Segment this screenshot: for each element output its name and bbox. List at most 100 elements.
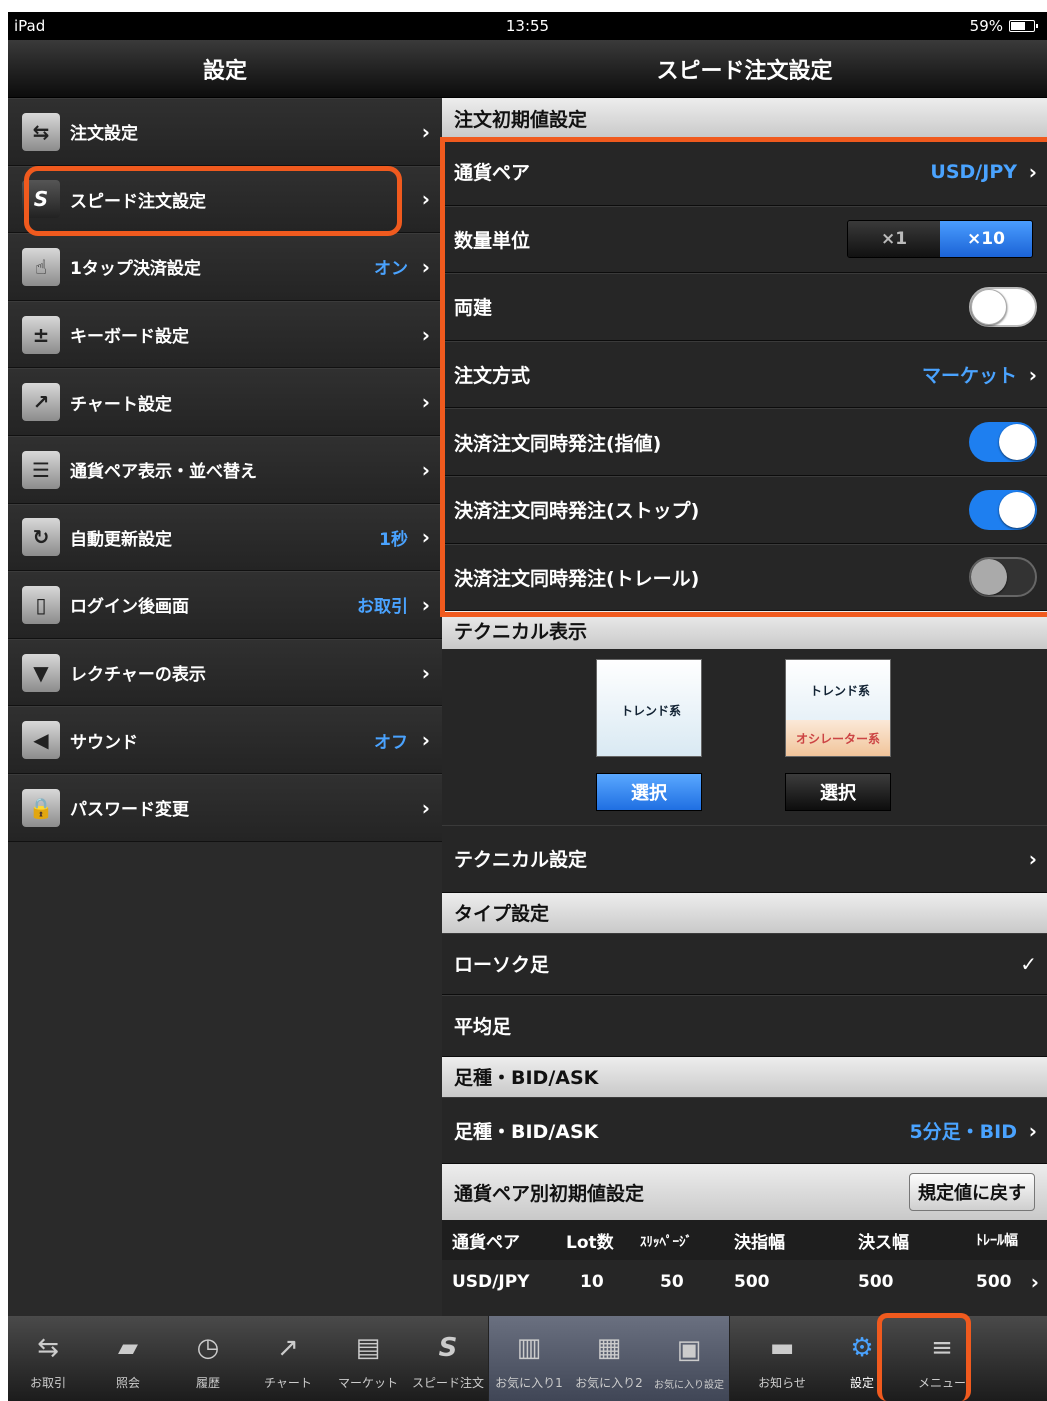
chevron-right-icon: ›: [421, 187, 430, 212]
bar-type-value: 5分足・BID: [909, 1121, 1017, 1144]
chevron-right-icon: ›: [421, 322, 430, 347]
sidebar-item-chart-settings[interactable]: ↗ チャート設定 ›: [8, 368, 442, 436]
table-cell: 500: [976, 1272, 1012, 1293]
sidebar-item-keyboard-settings[interactable]: ± キーボード設定 ›: [8, 300, 442, 369]
oscillator-thumbnail-top-label: トレンド系: [810, 684, 871, 699]
section-header-type-settings: タイプ設定: [442, 892, 1047, 933]
column-header: 通貨ペア: [452, 1232, 520, 1253]
tap-icon: ☝: [22, 247, 60, 286]
sidebar-item-password-change[interactable]: 🔒 パスワード変更 ›: [8, 773, 442, 842]
layout-1-icon: ▥: [516, 1333, 542, 1363]
chevron-right-icon: ›: [421, 457, 430, 482]
tab-favorites-2[interactable]: ▦ お気に入り2: [569, 1316, 649, 1401]
sidebar-item-one-tap-settlement[interactable]: ☝ 1タップ決済設定 オン ›: [8, 233, 442, 301]
lock-icon: 🔒: [22, 788, 60, 827]
sidebar-item-lecture-display[interactable]: ▼ レクチャーの表示 ›: [8, 638, 442, 707]
battery-icon: [1009, 20, 1038, 32]
sidebar-item-label: キーボード設定: [70, 327, 189, 348]
chevron-right-icon: ›: [421, 525, 430, 550]
tab-trade[interactable]: ⇆ お取引: [8, 1316, 88, 1401]
sidebar-item-auto-refresh[interactable]: ↻ 自動更新設定 1秒 ›: [8, 503, 442, 572]
chevron-right-icon: ›: [1030, 1270, 1039, 1295]
tab-history[interactable]: ◷ 履歴: [168, 1316, 248, 1401]
type-option-heikin-ashi[interactable]: 平均足: [442, 994, 1047, 1057]
swap-icon: ⇆: [22, 112, 60, 151]
reset-defaults-button[interactable]: 規定値に戻す: [909, 1173, 1035, 1212]
sidebar-item-value: 1秒: [379, 529, 408, 550]
sidebar-item-sound[interactable]: ◀ サウンド オフ ›: [8, 706, 442, 774]
tab-label: お気に入り1: [495, 1376, 563, 1390]
sidebar-item-currency-pair-display[interactable]: ☰ 通貨ペア表示・並べ替え ›: [8, 435, 442, 504]
highlight-order-defaults-group: [440, 137, 1047, 617]
sidebar-title: 設定: [8, 40, 442, 98]
chevron-right-icon: ›: [1028, 846, 1037, 871]
technical-settings-row[interactable]: テクニカル設定 ›: [442, 825, 1047, 893]
sidebar-item-label: チャート設定: [70, 394, 172, 415]
select-oscillator-button[interactable]: 選択: [785, 773, 891, 812]
tab-label: 設定: [849, 1376, 874, 1390]
trend-thumbnail-label: トレンド系: [621, 704, 682, 719]
tab-chart[interactable]: ↗ チャート: [248, 1316, 328, 1401]
section-header-pair-defaults: 通貨ペア別初期値設定 規定値に戻す: [442, 1164, 1047, 1221]
tab-label: スピード注文: [411, 1376, 484, 1390]
login-screen-icon: ▯: [22, 585, 60, 624]
pair-defaults-title: 通貨ペア別初期値設定: [454, 1182, 645, 1205]
tab-inquiry[interactable]: ▰ 照会: [88, 1316, 168, 1401]
tab-notices[interactable]: ▬ お知らせ: [742, 1316, 822, 1401]
chevron-right-icon: ›: [421, 592, 430, 617]
pair-defaults-table: 通貨ペア Lot数 ｽﾘｯﾍﾟｰｼﾞ 決指幅 決ス幅 ﾄﾚｰﾙ幅 USD/JPY…: [442, 1220, 1047, 1305]
column-header: Lot数: [566, 1232, 614, 1253]
lecture-icon: ▼: [22, 653, 60, 692]
select-trend-button[interactable]: 選択: [596, 773, 702, 812]
market-icon: ▤: [355, 1333, 381, 1363]
favorites-tab-group: ▥ お気に入り1 ▦ お気に入り2 ▣ お気に入り設定: [488, 1316, 730, 1401]
chevron-right-icon: ›: [421, 795, 430, 820]
sidebar-item-post-login-screen[interactable]: ▯ ログイン後画面 お取引 ›: [8, 571, 442, 639]
tab-favorites-1[interactable]: ▥ お気に入り1: [489, 1316, 569, 1401]
tab-label: マーケット: [337, 1376, 398, 1390]
sidebar-item-order-settings[interactable]: ⇆ 注文設定 ›: [8, 98, 442, 166]
table-row[interactable]: USD/JPY 10 50 500 500 500 ›: [442, 1260, 1047, 1305]
clock: 13:55: [505, 17, 550, 35]
sidebar-item-label: ログイン後画面: [70, 597, 189, 618]
table-cell: 500: [858, 1272, 894, 1293]
chart-icon: ↗: [22, 383, 60, 422]
technical-settings-label: テクニカル設定: [454, 849, 588, 872]
column-header: ﾄﾚｰﾙ幅: [976, 1233, 1018, 1250]
tab-speed-order[interactable]: S スピード注文: [408, 1316, 488, 1401]
checkmark-icon: ✓: [1020, 951, 1037, 976]
favorites-settings-icon: ▣: [676, 1335, 702, 1365]
type-option-candlestick[interactable]: ローソク足 ✓: [442, 932, 1047, 995]
tab-favorites-settings[interactable]: ▣ お気に入り設定: [649, 1316, 729, 1401]
sidebar-item-value: お取引: [357, 597, 408, 618]
section-header-order-defaults: 注文初期値設定: [442, 98, 1047, 138]
chevron-right-icon: ›: [421, 660, 430, 685]
trend-chart-thumbnail[interactable]: トレンド系: [596, 659, 702, 758]
table-cell: USD/JPY: [452, 1272, 530, 1293]
sidebar-item-label: 通貨ペア表示・並べ替え: [70, 462, 257, 483]
bar-type-row[interactable]: 足種・BID/ASK 5分足・BID ›: [442, 1096, 1047, 1165]
sidebar-item-label: パスワード変更: [70, 800, 189, 821]
section-header-bar-type: 足種・BID/ASK: [442, 1056, 1047, 1097]
type-option-label: ローソク足: [454, 954, 550, 977]
chevron-right-icon: ›: [421, 254, 430, 279]
keyboard-icon: ±: [22, 315, 60, 354]
sidebar-item-label: 1タップ決済設定: [70, 259, 201, 280]
tab-label: お気に入り設定: [654, 1380, 724, 1391]
table-cell: 50: [660, 1272, 684, 1293]
tab-market[interactable]: ▤ マーケット: [328, 1316, 408, 1401]
tab-label: チャート: [264, 1376, 312, 1390]
sidebar-item-value: オフ: [374, 732, 408, 753]
table-header-row: 通貨ペア Lot数 ｽﾘｯﾍﾟｰｼﾞ 決指幅 決ス幅 ﾄﾚｰﾙ幅: [442, 1220, 1047, 1261]
speech-bubble-icon: ▬: [769, 1333, 795, 1363]
chevron-right-icon: ›: [1028, 1118, 1037, 1143]
oscillator-chart-thumbnail[interactable]: トレンド系 オシレーター系: [785, 659, 891, 758]
sidebar-item-label: 自動更新設定: [70, 529, 172, 550]
speed-order-icon: S: [438, 1333, 458, 1363]
chevron-right-icon: ›: [421, 390, 430, 415]
column-header: 決ス幅: [858, 1232, 909, 1253]
highlight-speed-order-item: [24, 166, 402, 236]
tab-label: お取引: [29, 1376, 66, 1390]
type-option-label: 平均足: [454, 1016, 512, 1039]
chart-icon: ↗: [277, 1333, 299, 1363]
